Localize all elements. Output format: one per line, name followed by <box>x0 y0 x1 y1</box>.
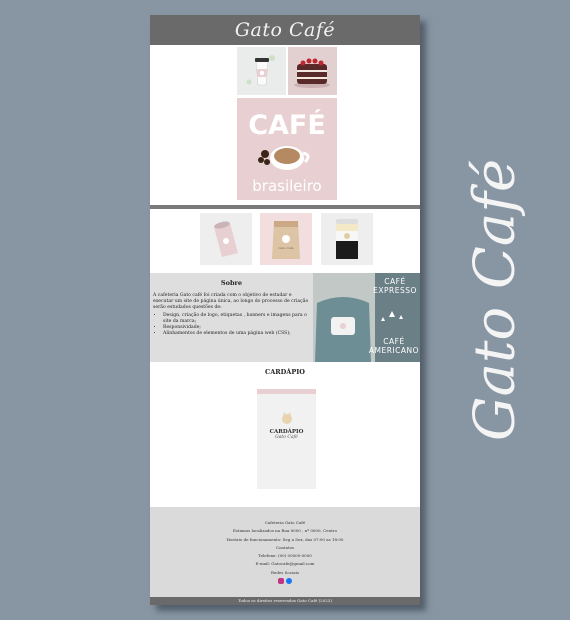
coffee-bag-mockup: Gato Café <box>260 213 312 265</box>
promo-americano: CAFÉ AMERICANO <box>368 337 420 355</box>
coffee-cup-photo <box>237 47 286 95</box>
footer-line: Horário de funcionamento: Seg a Sex, das… <box>226 536 344 542</box>
side-logo: Gato Café <box>462 158 528 442</box>
about-title: Sobre <box>220 279 243 287</box>
site-footer: Cafeteria Gato Café Estamos localizados … <box>150 507 420 597</box>
promo-banner: CAFÉ EXPRESSO CAFÉ AMERICANO <box>313 273 420 362</box>
side-logo-container: Gato Café <box>440 140 550 460</box>
about-text: A cafeteria Gato café foi criada com o o… <box>153 293 310 337</box>
promo-expresso: CAFÉ EXPRESSO <box>373 277 417 295</box>
menu-card-content: CARDÁPIO Gato Café <box>257 410 316 440</box>
bag-label: Gato Café <box>278 246 293 250</box>
about-list: Design, criação de logo, etiquetas , ban… <box>153 313 310 337</box>
cafe-word: CAFÉ <box>248 109 326 141</box>
footer-line: Cafeteria Gato Café <box>264 520 306 525</box>
footer-line: Estamos localizados na Rua 0000 , nº 000… <box>233 528 337 534</box>
black-cup-mockup <box>321 213 373 265</box>
cat-logo-icon <box>281 412 292 424</box>
cake-photo <box>288 47 337 95</box>
brasileiro-word: brasileiro <box>252 177 321 195</box>
menu-card[interactable]: CARDÁPIO Gato Café <box>257 389 316 489</box>
site-header: Gato Café <box>150 15 420 45</box>
header-logo[interactable]: Gato Café <box>235 19 335 41</box>
footer-line[interactable]: E-mail: Gatocafe@gmail.com <box>150 560 420 568</box>
copyright-bar: Todos os direitos reservados Gato Café (… <box>150 597 420 605</box>
pink-cup-mockup <box>200 213 252 265</box>
footer-line: Telefone: (00) 00000-0000 <box>258 553 312 559</box>
about-paragraph: A cafeteria Gato café foi criada com o o… <box>153 293 309 310</box>
section-divider <box>150 205 420 209</box>
footer-line: Contatos <box>275 544 295 550</box>
webpage-mockup: Gato Café CAFÉ brasileiro Gato Café Sobr… <box>150 15 420 605</box>
instagram-icon[interactable] <box>278 578 284 585</box>
footer-line: Redes Sociais <box>270 569 299 575</box>
cafe-brasileiro-banner: CAFÉ brasileiro <box>237 98 337 200</box>
about-bullet: Alinhamentos de elementos de uma página … <box>163 331 310 337</box>
menu-card-band <box>257 389 316 394</box>
facebook-icon[interactable] <box>286 578 292 585</box>
menu-card-logo: Gato Café <box>275 435 298 440</box>
about-section: Sobre A cafeteria Gato café foi criada c… <box>150 273 313 362</box>
about-bullet: Design, criação de logo, etiquetas , ban… <box>163 313 310 325</box>
social-icons <box>150 578 420 585</box>
menu-title: CARDÁPIO <box>265 368 305 376</box>
